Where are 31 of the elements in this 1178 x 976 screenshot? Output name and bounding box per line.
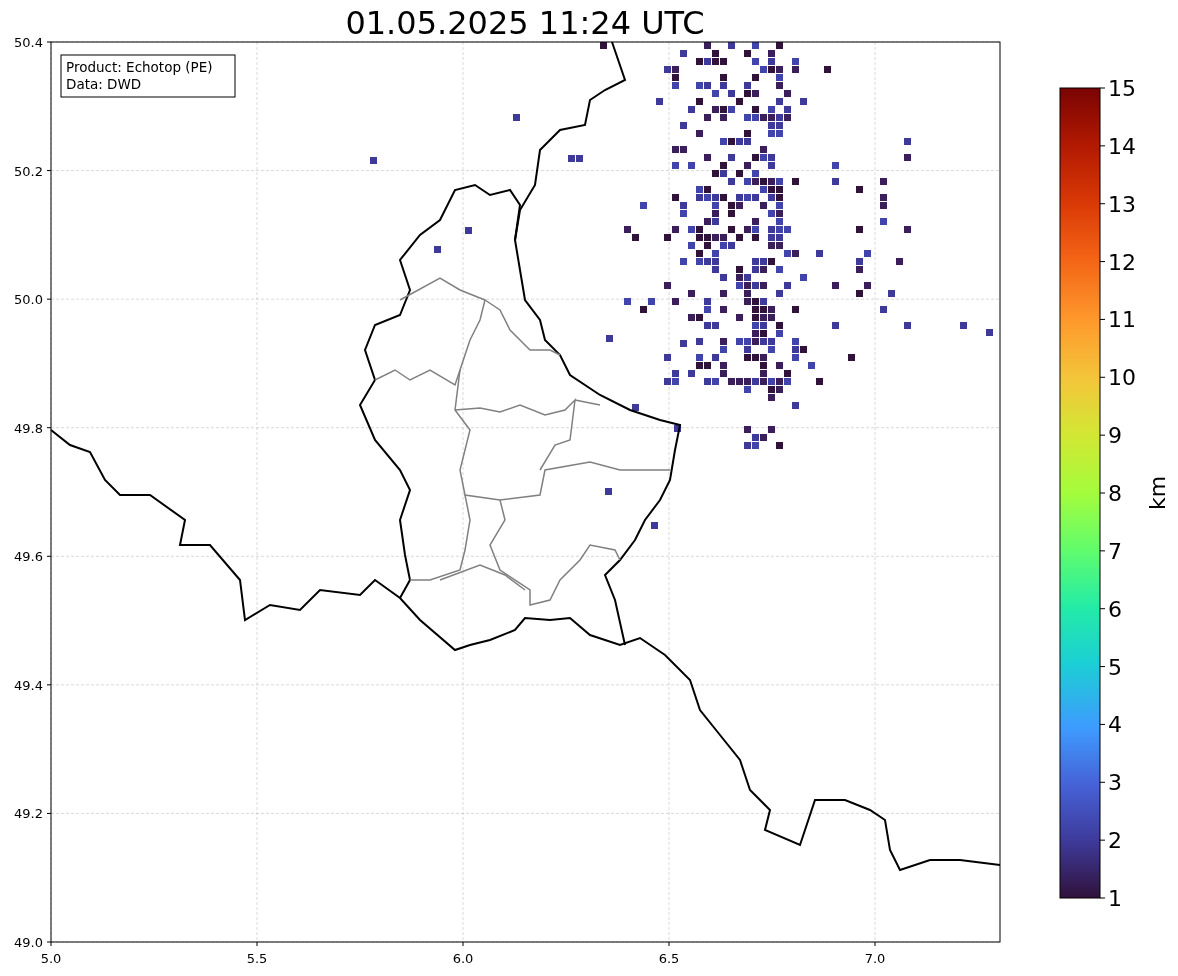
tick-label: 5.5 xyxy=(246,951,268,966)
colorbar-tick-label: 1 xyxy=(1108,886,1122,911)
tick-label: 5.0 xyxy=(40,951,62,966)
colorbar-tick-label: 15 xyxy=(1108,76,1136,101)
colorbar-tick-label: 2 xyxy=(1108,828,1122,854)
tick-label: 50.2 xyxy=(14,163,43,179)
info-box: Product: Echotop (PE) Data: DWD xyxy=(60,54,236,98)
tick-label: 49.2 xyxy=(14,806,43,822)
colorbar-tick-label: 10 xyxy=(1108,365,1136,391)
colorbar-tick-label: 5 xyxy=(1108,654,1122,680)
tick-label: 49.8 xyxy=(14,420,43,436)
colorbar-label: km xyxy=(1145,475,1170,511)
tick-label: 49.4 xyxy=(14,677,43,693)
colorbar-tick-label: 6 xyxy=(1108,596,1122,622)
colorbar-tick-label: 11 xyxy=(1108,307,1136,333)
tick-label: 6.5 xyxy=(658,951,680,966)
colorbar-tick-label: 9 xyxy=(1108,423,1122,449)
colorbar-tick-label: 13 xyxy=(1108,191,1136,217)
colorbar-tick-label: 4 xyxy=(1108,712,1122,738)
tick-label: 6.0 xyxy=(452,951,474,966)
colorbar-tick-label: 12 xyxy=(1108,249,1136,275)
tick-label: 49.0 xyxy=(14,935,43,950)
tick-label: 50.4 xyxy=(14,35,43,50)
tick-label: 50.0 xyxy=(14,292,43,308)
tick-label: 49.6 xyxy=(14,549,43,565)
chart-title: 01.05.2025 11:24 UTC xyxy=(345,4,705,42)
colorbar-tick-label: 8 xyxy=(1108,481,1122,506)
tick-label: 7.0 xyxy=(864,951,886,966)
colorbar-tick-label: 7 xyxy=(1108,538,1122,564)
colorbar-tick-label: 14 xyxy=(1108,133,1136,159)
colorbar-tick-label: 3 xyxy=(1108,770,1122,796)
